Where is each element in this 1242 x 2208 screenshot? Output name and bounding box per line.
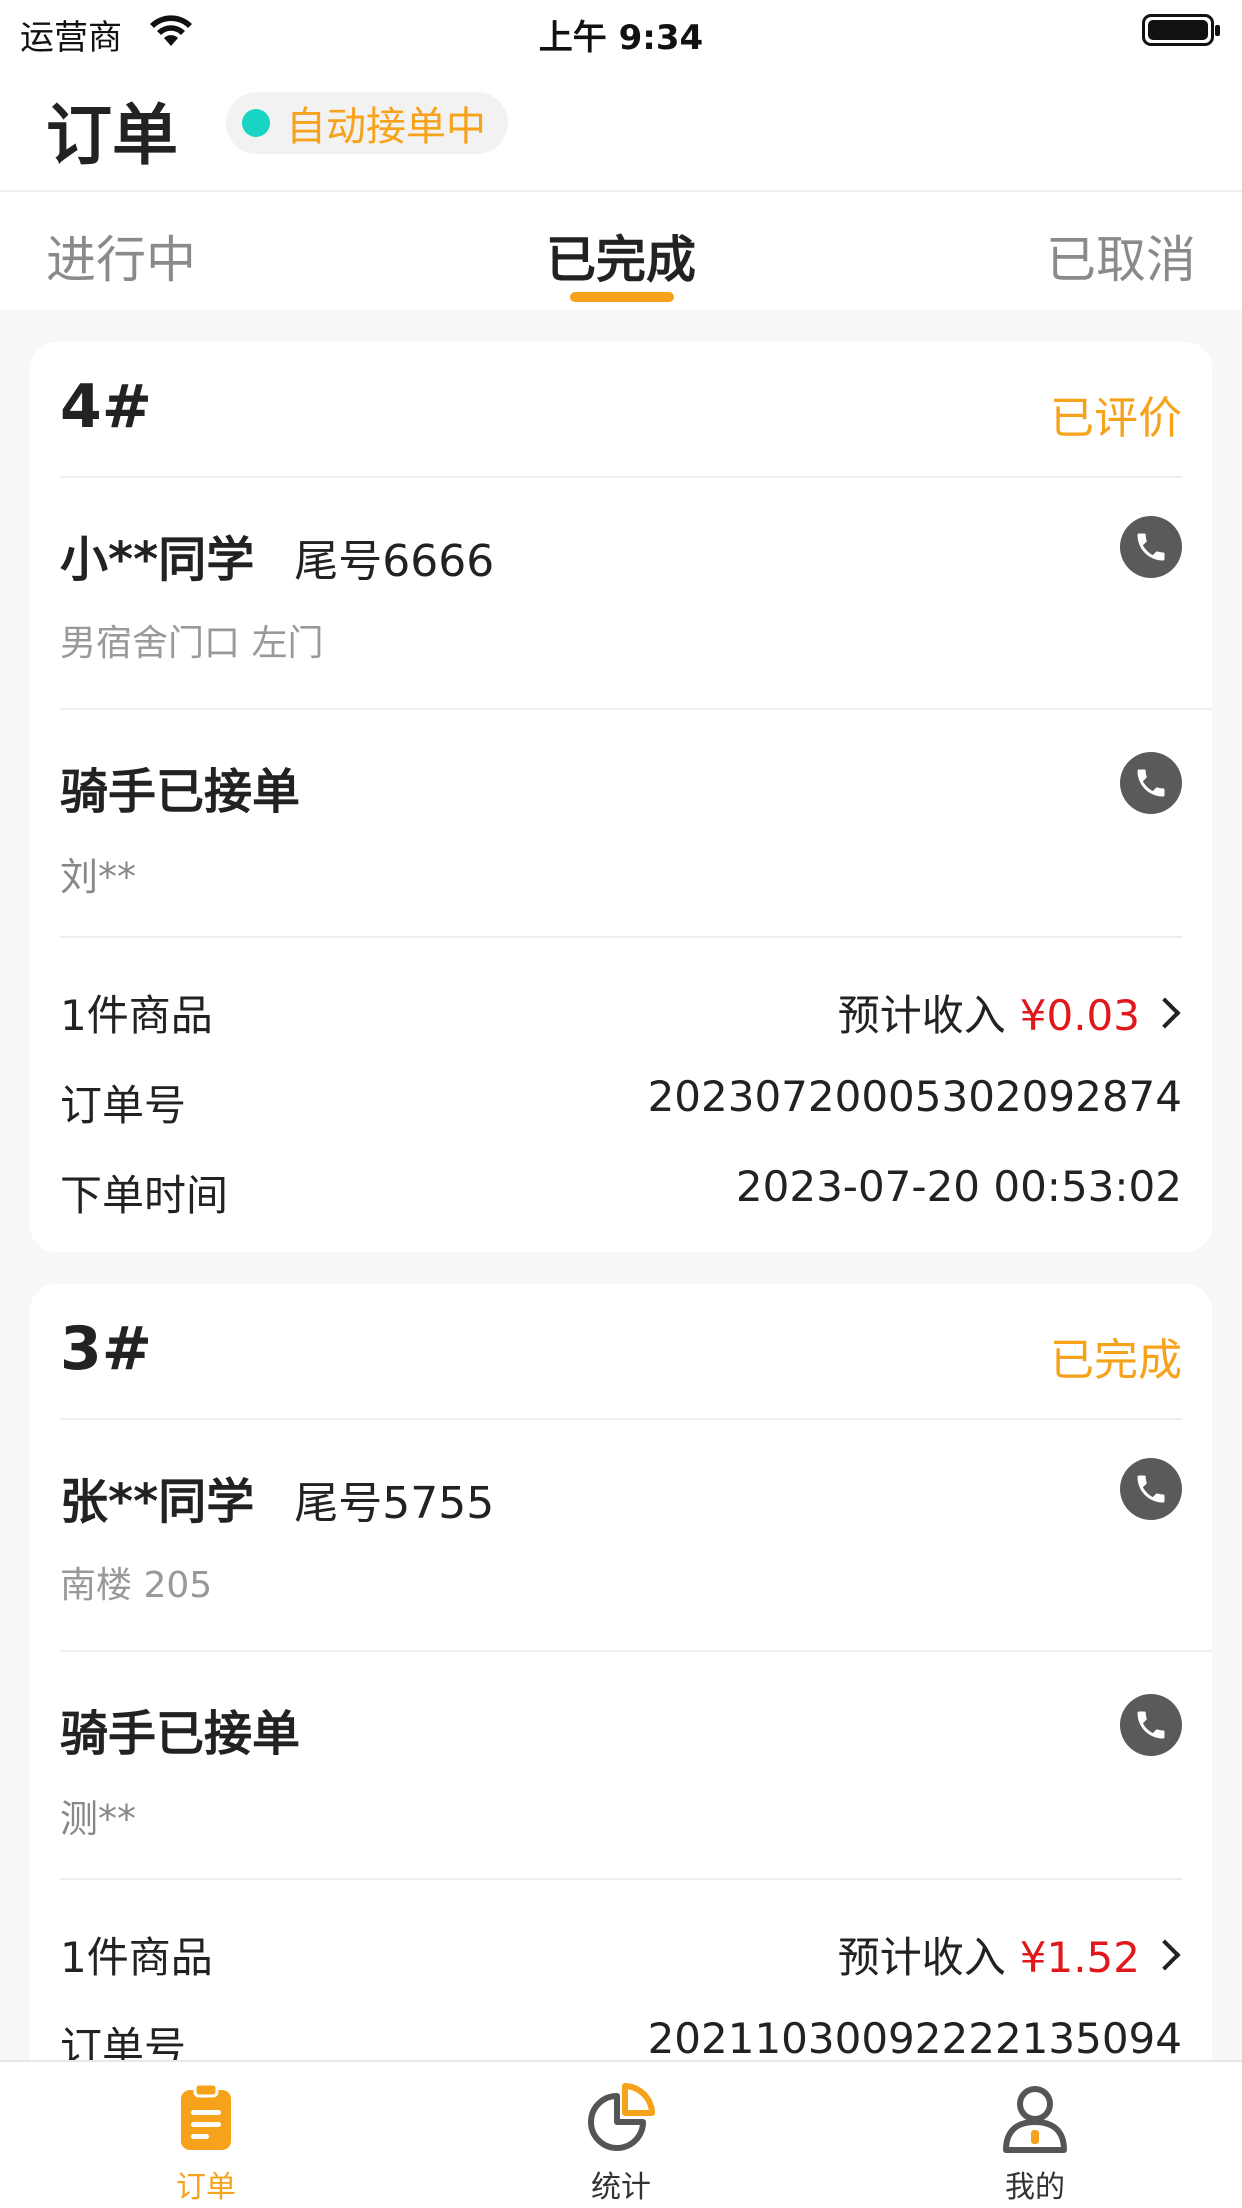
- tab-cancelled[interactable]: 已取消: [1046, 220, 1196, 292]
- chevron-right-icon: [1149, 997, 1181, 1029]
- call-rider-button[interactable]: [1120, 1694, 1182, 1756]
- rider-status: 骑手已接单: [60, 1706, 301, 1762]
- tabbar-label: 我的: [1005, 2170, 1065, 2205]
- divider: [60, 936, 1182, 938]
- phone-icon: [1137, 1475, 1165, 1503]
- income-value: ¥1.52: [1019, 1933, 1140, 1982]
- status-bar: 运营商 上午 9:34: [0, 0, 1242, 62]
- customer-name-row: 张**同学 尾号5755: [60, 1462, 1182, 1532]
- income-label: 预计收入: [837, 1933, 1006, 1982]
- call-customer-button[interactable]: [1120, 1458, 1182, 1520]
- store-number: 4#: [60, 372, 153, 442]
- order-time: 2023-07-20 00:53:02: [735, 1162, 1182, 1211]
- income-row[interactable]: 预计收入 ¥1.52: [838, 1924, 1182, 1985]
- order-number: 20211030092222135094: [647, 2014, 1182, 2063]
- divider: [60, 708, 1212, 710]
- customer-address: 男宿舍门口 左门: [60, 623, 324, 664]
- customer-name: 小**同学: [60, 532, 255, 588]
- phone-icon: [1137, 533, 1165, 561]
- customer-name-row: 小**同学 尾号6666: [60, 520, 1182, 590]
- divider: [60, 1418, 1182, 1420]
- order-status: 已完成: [1050, 1335, 1182, 1386]
- user-icon: [1003, 2086, 1067, 2153]
- divider: [60, 1878, 1182, 1880]
- order-card[interactable]: 3# 已完成 张**同学 尾号5755 南楼 205 骑手已接单 测** 1件商品…: [30, 1284, 1212, 2184]
- pie-chart-icon: [588, 2083, 655, 2151]
- rider-status: 骑手已接单: [60, 764, 301, 820]
- order-card[interactable]: 4# 已评价 小**同学 尾号6666 男宿舍门口 左门 骑手已接单 刘** 1件…: [30, 342, 1212, 1252]
- call-customer-button[interactable]: [1120, 516, 1182, 578]
- header: 订单 自动接单中: [0, 62, 1242, 192]
- phone-icon: [1137, 1711, 1165, 1739]
- divider: [60, 476, 1182, 478]
- tabbar-item-orders[interactable]: 订单: [106, 2080, 306, 2206]
- active-tab-indicator: [570, 292, 674, 302]
- auto-accept-label: 自动接单中: [286, 104, 486, 150]
- phone-icon: [1137, 769, 1165, 797]
- customer-name: 张**同学: [60, 1474, 255, 1530]
- chevron-right-icon: [1149, 1939, 1181, 1971]
- clock: 上午 9:34: [538, 18, 704, 58]
- tabbar-item-mine[interactable]: 我的: [935, 2080, 1135, 2206]
- order-number: 20230720005302092874: [647, 1072, 1182, 1121]
- order-clipboard-icon: [181, 2082, 231, 2150]
- call-rider-button[interactable]: [1120, 752, 1182, 814]
- tabbar-item-stats[interactable]: 统计: [521, 2080, 721, 2206]
- page-title: 订单: [46, 97, 178, 174]
- bottom-tab-bar: 订单 统计 我的: [0, 2060, 1242, 2208]
- order-status: 已评价: [1050, 393, 1182, 444]
- order-tabs: 进行中 已完成 已取消: [0, 192, 1242, 310]
- tabbar-label: 统计: [591, 2170, 651, 2205]
- battery-icon: [1142, 14, 1220, 46]
- store-number: 3#: [60, 1314, 153, 1384]
- auto-accept-badge[interactable]: 自动接单中: [226, 92, 508, 154]
- divider: [60, 1650, 1212, 1652]
- tabbar-label: 订单: [176, 2170, 236, 2205]
- customer-phone-tail: 尾号6666: [294, 536, 495, 587]
- rider-name: 测**: [60, 1797, 137, 1841]
- rider-name: 刘**: [60, 855, 137, 899]
- income-value: ¥0.03: [1019, 991, 1140, 1040]
- income-row[interactable]: 预计收入 ¥0.03: [838, 982, 1182, 1043]
- income-label: 预计收入: [837, 991, 1006, 1040]
- customer-address: 南楼 205: [60, 1565, 213, 1606]
- customer-phone-tail: 尾号5755: [294, 1478, 495, 1529]
- status-dot-icon: [242, 109, 270, 137]
